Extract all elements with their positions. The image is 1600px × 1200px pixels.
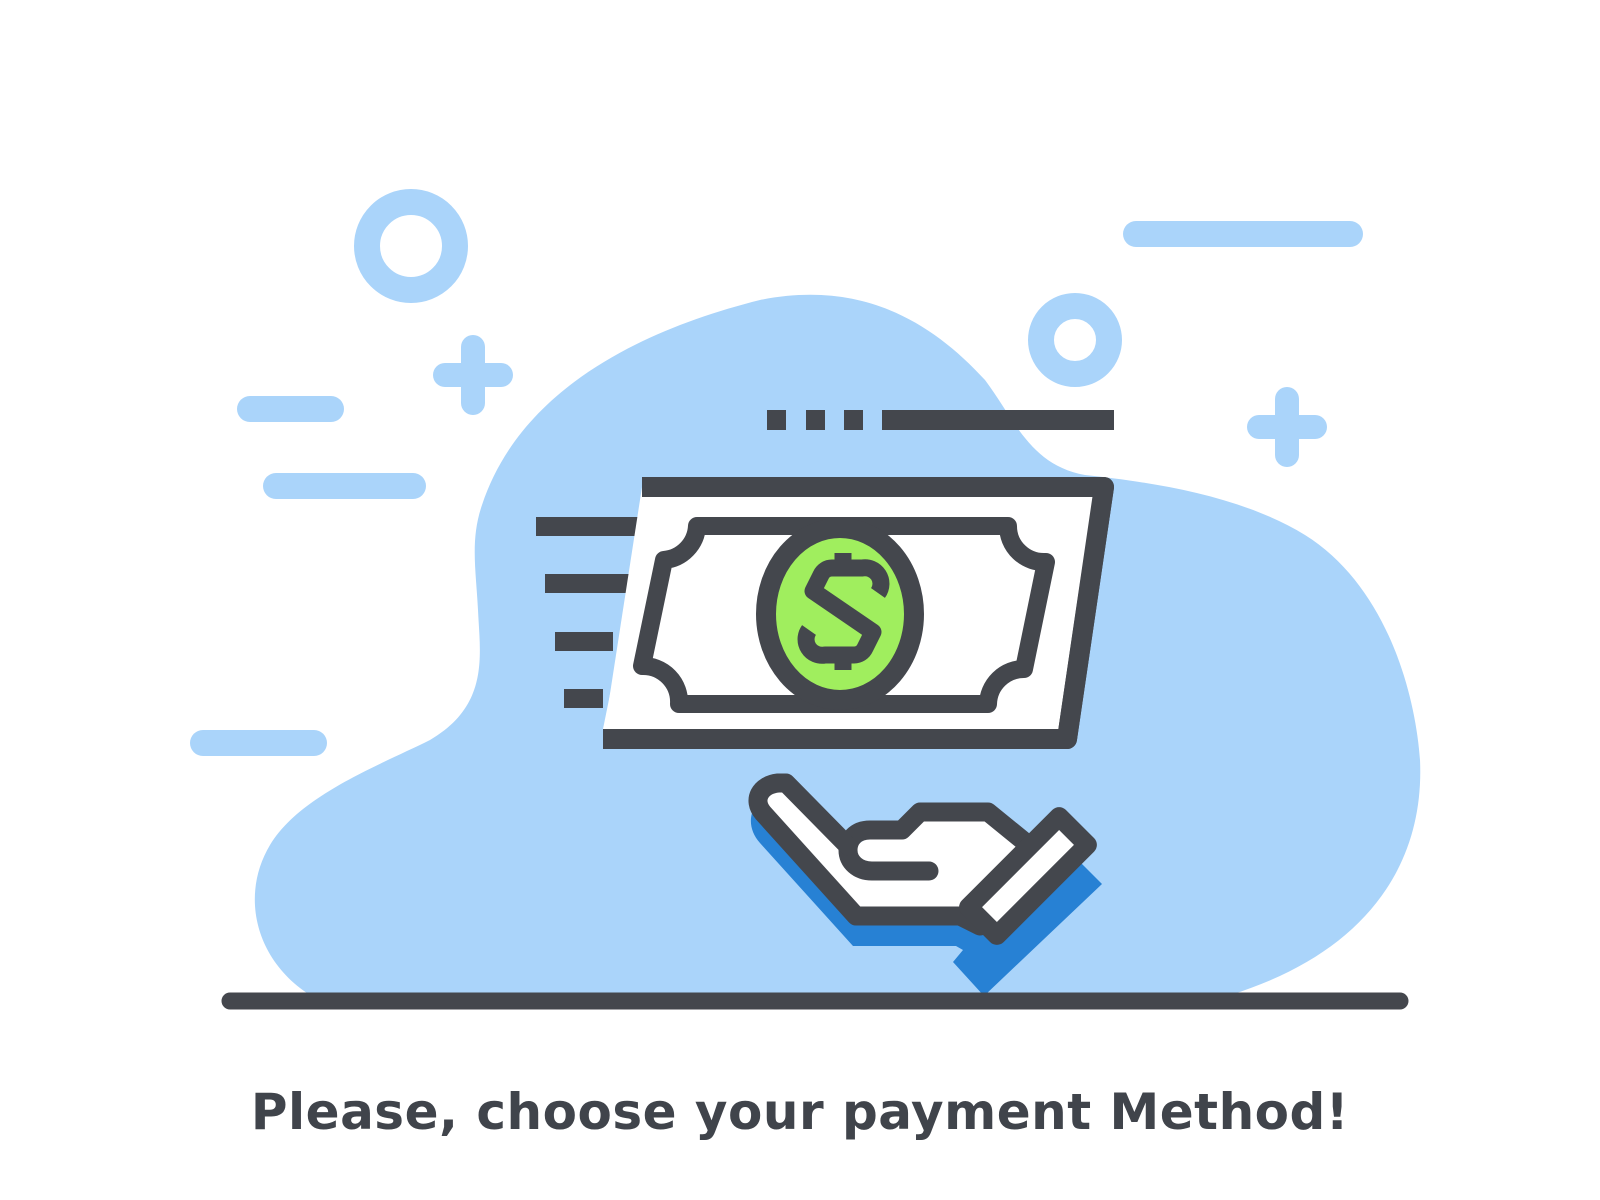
payment-illustration: [190, 189, 1421, 1010]
payment-method-prompt: Please, choose your payment Method!: [250, 1083, 1350, 1141]
plus-icon: [1247, 387, 1327, 467]
payment-bill-icon: [603, 477, 1114, 749]
speed-dashes-top: [767, 410, 1114, 430]
ring-icon: [354, 189, 468, 303]
plus-icon: [433, 335, 513, 415]
ring-icon: [1028, 293, 1122, 387]
